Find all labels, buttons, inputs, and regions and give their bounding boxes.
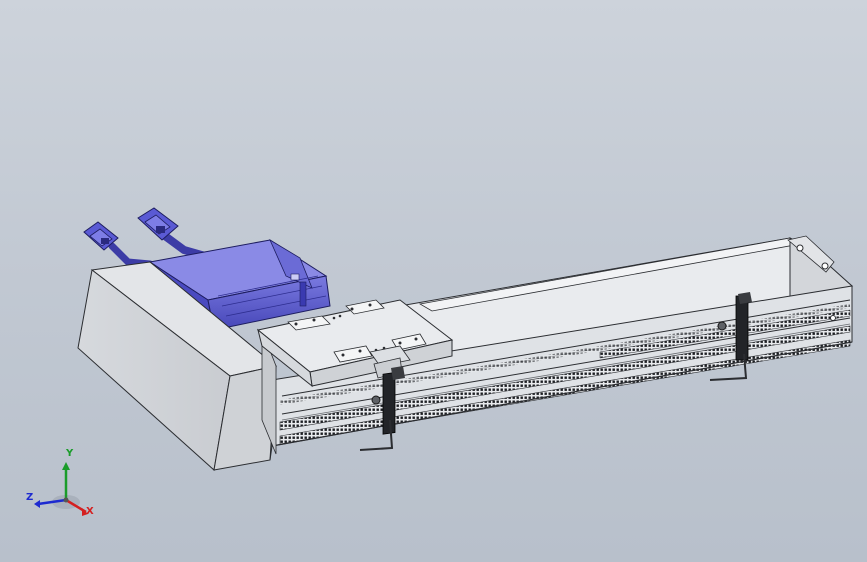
linear-actuator-model[interactable] xyxy=(0,0,867,562)
cable-connector-right xyxy=(137,207,179,241)
graphics-viewport[interactable]: Y X Z xyxy=(0,0,867,562)
triad-y-label: Y xyxy=(66,448,74,459)
triad-z-label: Z xyxy=(26,492,34,503)
coordinate-triad xyxy=(34,462,88,516)
triad-x-label: X xyxy=(86,506,94,517)
